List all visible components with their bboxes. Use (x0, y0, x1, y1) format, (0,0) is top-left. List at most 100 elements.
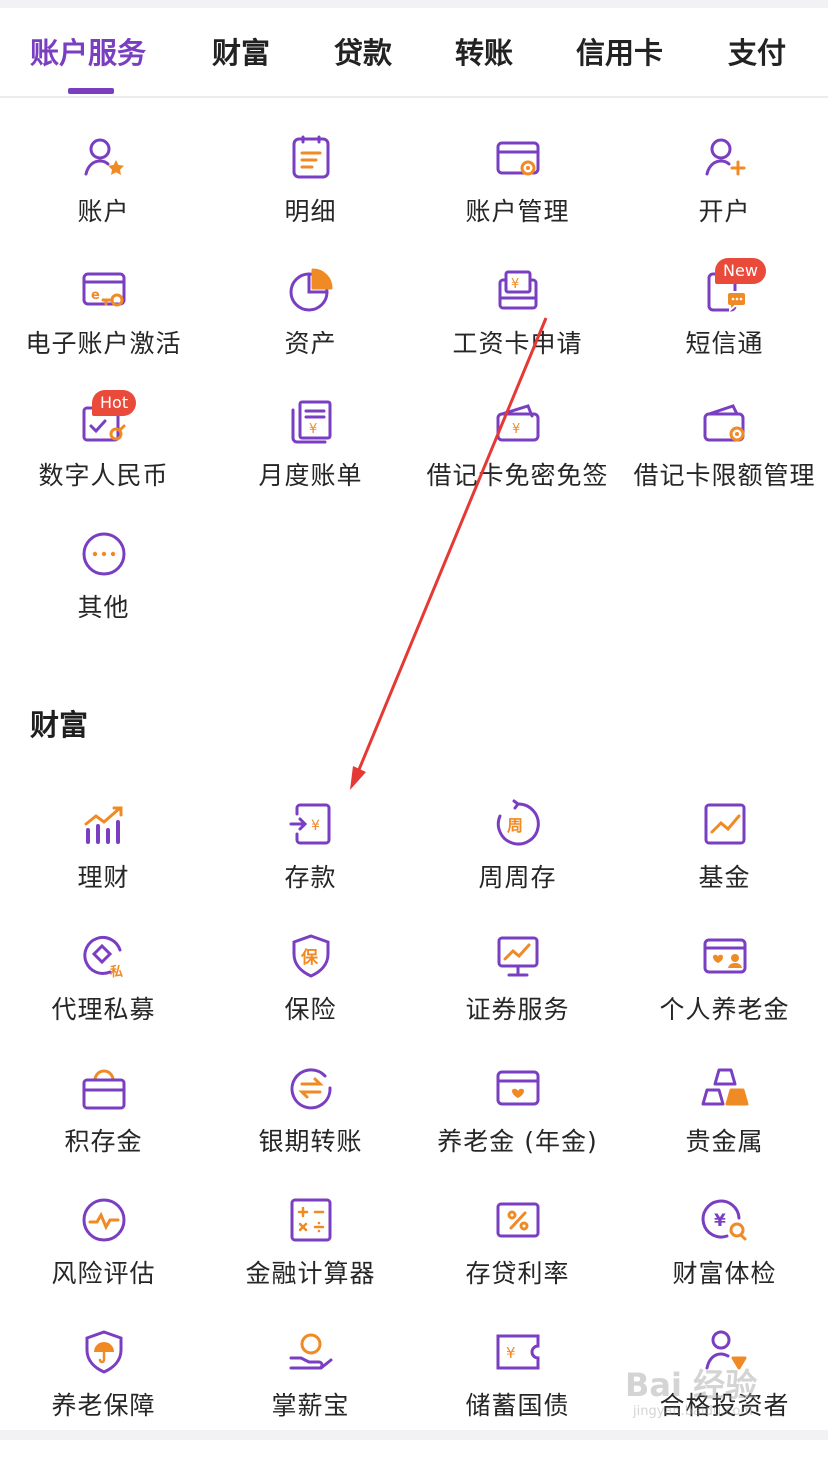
grid-item-label: 养老保障 (51, 1391, 156, 1420)
insurance-shield-icon: 保 (292, 934, 330, 978)
grid-item-label: 掌薪宝 (271, 1391, 350, 1420)
fund-chart-icon (704, 803, 746, 845)
pie-chart-icon (289, 268, 333, 312)
hot-badge: Hot (92, 390, 137, 416)
user-star-icon (84, 138, 124, 176)
tab-payment[interactable]: 支付 (728, 28, 786, 78)
active-tab-indicator (68, 88, 114, 94)
grid-item-label: 保险 (284, 995, 337, 1024)
grid-item-sms-service[interactable]: New 短信通 (621, 258, 828, 398)
annuity-card-icon (496, 1070, 540, 1106)
grid-item-label: 金融计算器 (245, 1259, 376, 1288)
grid-item-savings-bonds[interactable]: ¥ 储蓄国债 (414, 1328, 621, 1460)
grid-item-label: 电子账户激活 (25, 329, 182, 358)
grid-item-label: 理财 (77, 863, 130, 892)
percent-card-icon (496, 1202, 540, 1238)
grid-item-gold-accumulation[interactable]: 积存金 (0, 1064, 207, 1196)
grid-item-label: 风险评估 (51, 1259, 156, 1288)
svg-text:¥: ¥ (506, 1344, 516, 1362)
grid-item-assets[interactable]: 资产 (207, 266, 414, 398)
grid-item-fund[interactable]: 基金 (621, 800, 828, 932)
grid-item-label: 明细 (284, 197, 337, 226)
grid-item-wealth-management[interactable]: 理财 (0, 800, 207, 932)
umbrella-shield-icon (85, 1330, 123, 1374)
tab-wealth[interactable]: 财富 (212, 28, 270, 78)
grid-item-label: 账户管理 (465, 197, 570, 226)
grid-item-open-account[interactable]: 开户 (621, 134, 828, 266)
grid-item-label: 周周存 (478, 863, 557, 892)
grid-item-label: 账户 (77, 197, 130, 226)
grid-item-label: 数字人民币 (38, 461, 169, 490)
grid-item-private-fund[interactable]: 私 代理私募 (0, 932, 207, 1064)
grid-item-account[interactable]: 账户 (0, 134, 207, 266)
grid-item-risk-assessment[interactable]: 风险评估 (0, 1196, 207, 1328)
grid-item-weekly-deposit[interactable]: 周 周周存 (414, 799, 621, 932)
wealth-section-title: 财富 (30, 708, 89, 742)
tab-transfer[interactable]: 转账 (455, 28, 513, 78)
risk-pulse-icon (82, 1198, 126, 1242)
grid-item-label: 储蓄国债 (465, 1391, 570, 1420)
grid-item-label: 代理私募 (51, 995, 156, 1024)
grid-item-wealth-checkup[interactable]: ¥ 财富体检 (621, 1196, 828, 1328)
grid-item-label: 开户 (698, 197, 751, 226)
grid-item-label: 积存金 (64, 1127, 143, 1156)
grid-item-salary-treasure[interactable]: 掌薪宝 (207, 1328, 414, 1460)
grid-item-label: 个人养老金 (659, 995, 790, 1024)
salary-card-icon: ¥ (498, 270, 538, 310)
list-doc-icon (292, 135, 330, 179)
grid-item-label: 基金 (698, 863, 751, 892)
watermark-url: jingyan.baidu.com (633, 1404, 753, 1419)
grid-item-pension-security[interactable]: 养老保障 (0, 1328, 207, 1460)
grid-item-label: 借记卡限额管理 (633, 461, 816, 490)
tab-loans[interactable]: 贷款 (334, 28, 392, 78)
svg-text:保: 保 (300, 947, 319, 968)
grid-item-personal-pension[interactable]: 个人养老金 (621, 932, 828, 1064)
grid-item-label: 银期转账 (258, 1127, 363, 1156)
grid-item-details[interactable]: 明细 (207, 134, 414, 266)
grid-item-debit-card-passwordless[interactable]: ¥ 借记卡免密免签 (414, 398, 621, 530)
exchange-icon (290, 1068, 332, 1110)
grid-item-label: 养老金 (年金) (437, 1127, 598, 1156)
watermark-logo: Bai 经验 (625, 1366, 758, 1404)
grid-item-account-management[interactable]: 账户管理 (414, 134, 621, 266)
new-badge: New (715, 258, 766, 284)
more-dots-icon (82, 532, 126, 576)
grid-item-debit-card-limit[interactable]: 借记卡限额管理 (621, 398, 828, 530)
status-bar-strip (0, 0, 828, 8)
grid-item-other[interactable]: 其他 (0, 530, 207, 662)
tab-credit-card[interactable]: 信用卡 (576, 28, 663, 78)
grid-item-monthly-bill[interactable]: ¥ 月度账单 (207, 398, 414, 530)
grid-item-annuity[interactable]: 养老金 (年金) (414, 1064, 621, 1196)
bottom-strip (0, 1430, 828, 1440)
ecard-key-icon: e (82, 272, 126, 307)
grid-item-interest-rates[interactable]: 存贷利率 (414, 1196, 621, 1328)
grid-item-label: 资产 (284, 329, 337, 358)
wealth-check-icon: ¥ (701, 1199, 747, 1241)
grid-item-financial-calculator[interactable]: 金融计算器 (207, 1196, 414, 1328)
tab-account-services[interactable]: 账户服务 (30, 28, 146, 78)
svg-text:周: 周 (507, 816, 523, 835)
grid-item-precious-metals[interactable]: 贵金属 (621, 1064, 828, 1196)
svg-text:¥: ¥ (311, 818, 320, 834)
gold-bag-icon (82, 1069, 126, 1110)
grid-item-insurance[interactable]: 保 保险 (207, 932, 414, 1064)
grid-item-salary-card[interactable]: ¥ 工资卡申请 (414, 266, 621, 398)
svg-text:¥: ¥ (512, 422, 520, 437)
category-tabs: 账户服务 财富 贷款 转账 信用卡 支付 (0, 8, 828, 98)
svg-text:¥: ¥ (309, 422, 317, 437)
svg-text:¥: ¥ (714, 1211, 726, 1231)
grid-item-label: 工资卡申请 (452, 329, 583, 358)
grid-item-e-account-activation[interactable]: e 电子账户激活 (0, 266, 207, 398)
grid-item-label: 其他 (77, 593, 130, 622)
grid-item-digital-rmb[interactable]: Hot 数字人民币 (0, 390, 207, 530)
weekly-icon: 周 (496, 799, 540, 846)
grid-item-label: 短信通 (685, 329, 764, 358)
svg-text:e: e (91, 288, 100, 303)
grid-item-label: 证券服务 (465, 995, 570, 1024)
grid-item-label: 存贷利率 (465, 1259, 570, 1288)
pension-card-icon (703, 938, 747, 974)
bar-trend-icon (84, 806, 123, 844)
grid-item-bank-futures-transfer[interactable]: 银期转账 (207, 1064, 414, 1196)
grid-item-securities[interactable]: 证券服务 (414, 932, 621, 1064)
grid-item-deposit[interactable]: ¥ 存款 (207, 800, 414, 932)
